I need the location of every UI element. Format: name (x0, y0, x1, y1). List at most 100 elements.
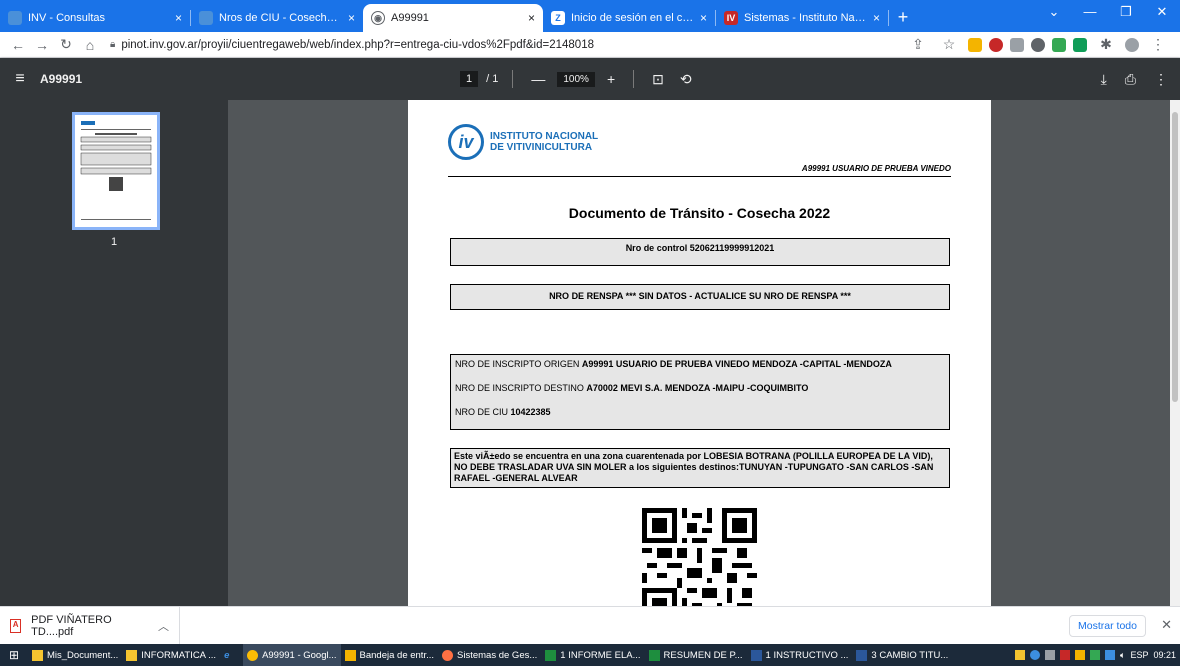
close-icon[interactable]: × (348, 11, 355, 25)
thumbnail-preview (80, 121, 152, 220)
renspa-text: NRO DE RENSPA *** SIN DATOS - ACTUALICE … (549, 291, 851, 301)
speaker-icon[interactable]: 🔈︎ (1120, 650, 1125, 661)
excel-icon (545, 649, 557, 661)
system-tray: 🔈︎ ESP 09:21 (1015, 644, 1176, 666)
tab-nros-ciu[interactable]: Nros de CIU - Cosecha Año 2022 × (191, 4, 363, 32)
globe-icon: ◉ (371, 11, 385, 25)
user-line: A99991 USUARIO DE PRUEBA VINEDO (801, 164, 951, 173)
scrollbar[interactable] (1170, 100, 1180, 606)
print-icon[interactable]: ⎙ (1125, 71, 1136, 88)
word-icon (750, 649, 762, 661)
folder-icon (32, 649, 43, 661)
tray-icon[interactable] (1090, 650, 1101, 660)
rotate-icon[interactable]: ⟲ (676, 71, 696, 88)
taskbar-item[interactable]: 1 INSTRUCTIVO ... (747, 644, 853, 666)
close-icon[interactable]: × (175, 11, 182, 25)
close-icon[interactable]: × (700, 11, 707, 25)
taskbar-item[interactable]: Mis_Document... (28, 644, 122, 666)
inscripto-box: NRO DE INSCRIPTO ORIGEN A99991 USUARIO D… (450, 354, 950, 430)
ciu-line: NRO DE CIU 10422385 (455, 407, 551, 417)
tray-icon[interactable] (1060, 650, 1071, 660)
taskbar-item[interactable]: INFORMATICA ... (122, 644, 220, 666)
word-icon (856, 649, 868, 661)
pencil-icon[interactable] (1010, 37, 1024, 52)
taskbar-item[interactable]: RESUMEN DE P... (645, 644, 747, 666)
taskbar-item[interactable]: A99991 - Googl... (243, 644, 341, 666)
logo-line1: INSTITUTO NACIONAL (490, 131, 599, 142)
tray-icon[interactable] (1045, 650, 1056, 660)
taskbar-item[interactable]: e (220, 644, 243, 666)
share-icon[interactable]: ⇪ (906, 36, 930, 53)
divider (448, 176, 951, 177)
warning-box: Este viÃ±edo se encuentra en una zona cu… (450, 448, 950, 488)
window-close-button[interactable]: ✕ (1144, 0, 1180, 24)
warning-text: Este viÃ±edo se encuentra en una zona cu… (454, 451, 934, 483)
bookmark-star-icon[interactable]: ☆ (937, 36, 961, 53)
pdf-viewer: iv INSTITUTO NACIONAL DE VITIVINICULTURA… (228, 100, 1170, 606)
url-field[interactable]: 🔒︎ pinot.inv.gov.ar/proyii/ciuentregaweb… (110, 34, 906, 56)
more-actions-icon[interactable]: ⋮ (1154, 71, 1168, 88)
home-icon[interactable]: ⌂ (78, 37, 102, 53)
forward-arrow-icon[interactable]: → (30, 37, 54, 53)
tab-a99991[interactable]: ◉ A99991 × (363, 4, 543, 32)
profile-icon[interactable] (1125, 37, 1139, 52)
shield-icon[interactable] (1031, 37, 1045, 52)
zoom-out-button[interactable]: — (527, 71, 549, 87)
tab-inicio-sesion[interactable]: Z Inicio de sesión en el cliente web × (543, 4, 715, 32)
more-menu-icon[interactable]: ⋮ (1146, 36, 1170, 53)
close-icon[interactable]: × (528, 11, 535, 25)
windows-start-icon[interactable]: ⊞ (0, 648, 28, 662)
globe-icon (199, 11, 213, 25)
minimize-button[interactable]: — (1072, 0, 1108, 24)
download-icon[interactable]: ⤓ (1101, 71, 1107, 88)
windows-taskbar: ⊞ Mis_Document... INFORMATICA ... e A999… (0, 644, 1180, 666)
inv-logo-icon: iv (448, 124, 484, 160)
excel-icon (648, 649, 660, 661)
pdf-toolbar: ≡ A99991 1 / 1 — 100% + ⊡ ⟲ ⤓ ⎙ ⋮ (0, 58, 1180, 100)
close-download-bar-icon[interactable]: ✕ (1161, 617, 1172, 633)
tab-search-icon[interactable]: ⌄ (1036, 0, 1072, 24)
window-controls: ⌄ — ❐ ✕ (1036, 0, 1180, 24)
tray-icon[interactable] (1075, 650, 1086, 660)
fit-page-icon[interactable]: ⊡ (648, 71, 668, 88)
folder-icon (126, 649, 138, 661)
hamburger-menu-icon[interactable]: ≡ (0, 70, 40, 88)
taskbar-item[interactable]: Sistemas de Ges... (438, 644, 541, 666)
download-bar: A PDF VIÑATERO TD....pdf ︿ Mostrar todo … (0, 606, 1180, 645)
tray-icon[interactable] (1015, 650, 1026, 660)
page-thumbnail[interactable] (72, 112, 160, 230)
taskbar-item[interactable]: 1 INFORME ELA... (541, 644, 644, 666)
puzzle-icon[interactable]: ✱ (1094, 36, 1118, 53)
close-icon[interactable]: × (873, 11, 880, 25)
tray-icon[interactable] (1030, 650, 1041, 660)
taskbar-item[interactable]: 3 CAMBIO TITU... (852, 644, 952, 666)
language-indicator[interactable]: ESP (1130, 650, 1148, 660)
extension-icon[interactable] (968, 37, 982, 52)
extension-icon[interactable] (1073, 37, 1087, 52)
address-bar: ← → ↻ ⌂ 🔒︎ pinot.inv.gov.ar/proyii/ciuen… (0, 32, 1180, 58)
restore-button[interactable]: ❐ (1108, 0, 1144, 24)
control-number: Nro de control 52062119999912021 (625, 243, 775, 253)
zoom-input[interactable]: 100% (557, 71, 595, 87)
chevron-up-icon[interactable]: ︿ (158, 618, 169, 634)
adblock-icon[interactable] (989, 37, 1003, 52)
extension-icon[interactable] (1052, 37, 1066, 52)
page-number-input[interactable]: 1 (460, 71, 479, 87)
tab-sistemas[interactable]: IV Sistemas - Instituto Nacional de × (716, 4, 888, 32)
chrome-icon (247, 649, 259, 661)
scrollbar-thumb[interactable] (1172, 112, 1178, 402)
zoom-in-button[interactable]: + (603, 71, 619, 87)
firefox-icon (442, 649, 454, 661)
tray-icon[interactable] (1105, 650, 1116, 660)
new-tab-button[interactable]: + (889, 7, 917, 28)
tab-inv-consultas[interactable]: INV - Consultas × (0, 4, 190, 32)
document-heading: Documento de Tránsito - Cosecha 2022 (568, 205, 831, 221)
taskbar-item[interactable]: Bandeja de entr... (341, 644, 438, 666)
download-item[interactable]: A PDF VIÑATERO TD....pdf ︿ (0, 606, 180, 645)
back-arrow-icon[interactable]: ← (6, 37, 30, 53)
show-all-button[interactable]: Mostrar todo (1069, 615, 1146, 637)
clock[interactable]: 09:21 (1153, 650, 1176, 660)
qr-code (642, 508, 757, 606)
tab-strip: INV - Consultas × Nros de CIU - Cosecha … (0, 0, 1180, 32)
reload-icon[interactable]: ↻ (54, 36, 78, 53)
